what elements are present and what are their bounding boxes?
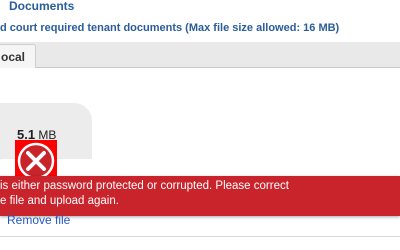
error-message: is either password protected or corrupte…	[0, 180, 289, 207]
source-tabbar: ocal	[0, 42, 400, 68]
page-title: Documents	[9, 0, 75, 13]
page-subtitle: d court required tenant documents (Max f…	[0, 22, 340, 34]
section-divider	[0, 236, 400, 237]
remove-file-link[interactable]: Remove file	[7, 213, 70, 227]
error-banner: is either password protected or corrupte…	[0, 176, 400, 216]
tab-local[interactable]: ocal	[0, 44, 36, 68]
tab-local-label: ocal	[1, 50, 26, 64]
page-header: Documents d court required tenant docume…	[0, 0, 400, 42]
